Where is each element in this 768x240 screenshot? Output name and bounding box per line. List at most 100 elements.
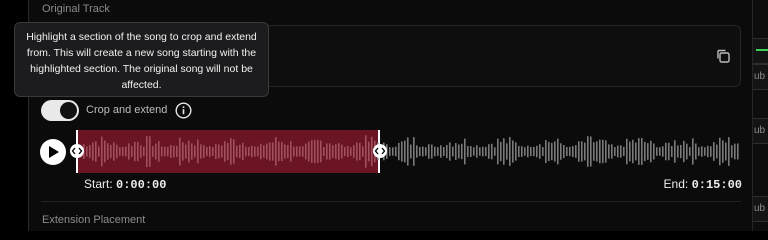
side-tab[interactable] [753,38,768,64]
waveform-bar [521,146,523,157]
start-time-readout: Start: 0:00:00 [84,177,166,192]
waveform-bar [614,147,616,156]
waveform-bar [734,143,736,160]
waveform-bar [731,145,733,158]
waveform-bar [578,141,580,162]
waveform-bar [278,141,280,162]
copy-icon[interactable] [715,48,731,64]
waveform-bar [353,145,355,158]
handle-arrows-icon [374,147,386,155]
crop-toggle-label: Crop and extend [86,104,168,116]
waveform-bar [458,144,460,159]
waveform-bar [659,147,661,156]
waveform-bar [182,142,184,161]
waveform-bar [722,140,724,163]
waveform-bar [239,144,241,159]
waveform-bar [623,146,625,157]
waveform-bar [683,140,685,163]
waveform-bar [593,142,595,161]
waveform[interactable] [76,130,744,173]
waveform-bar [365,135,367,168]
waveform-bar [488,144,490,159]
original-track-title: Original Track [42,3,110,15]
side-tab[interactable]: ub [753,196,768,222]
waveform-bar [326,143,328,160]
waveform-bar [611,144,613,159]
waveform-bar [467,146,469,157]
waveform-bar [137,141,139,162]
waveform-bar [107,143,109,160]
waveform-bar [158,141,160,162]
waveform-bar [620,145,622,158]
waveform-bar [716,144,718,159]
waveform-bar [395,146,397,157]
waveform-bar [665,142,667,161]
waveform-bar [602,139,604,164]
side-tab[interactable]: ub [753,64,768,90]
left-trim-handle[interactable] [70,144,84,158]
waveform-bar [299,146,301,157]
waveform-bar [689,147,691,156]
waveform-bar [350,147,352,156]
waveform-bar [737,143,739,160]
waveform-bar [509,137,511,166]
waveform-bar [392,147,394,156]
waveform-bar [293,146,295,157]
waveform-bar [116,144,118,159]
waveform-bar [653,143,655,160]
waveform-bar [305,143,307,160]
waveform-bar [680,144,682,159]
waveform-bar [596,141,598,162]
right-trim-handle[interactable] [373,144,387,158]
info-icon[interactable] [175,102,192,119]
waveform-bar [149,136,151,167]
waveform-bar [542,147,544,156]
waveform-bar [242,142,244,161]
waveform-bar [218,144,220,159]
waveform-bar [413,137,415,166]
toggle-knob [60,102,77,119]
waveform-bar [524,147,526,156]
side-tab[interactable]: ub [753,118,768,144]
waveform-bar [212,147,214,156]
waveform-bar [347,145,349,158]
waveform-bar [626,138,628,165]
waveform-bar [98,146,100,157]
waveform-bar [140,145,142,158]
waveform-bar [143,146,145,157]
waveform-bar [359,142,361,161]
waveform-bar [470,146,472,157]
waveform-bar [251,145,253,158]
waveform-bar [671,145,673,158]
waveform-bar [134,141,136,162]
waveform-bar [686,143,688,160]
waveform-bar [566,146,568,157]
waveform-bar [536,145,538,158]
waveform-bar [401,141,403,162]
waveform-bar [308,141,310,162]
crop-toggle[interactable] [41,100,79,121]
waveform-bar [551,142,553,161]
waveform-bar [572,146,574,157]
waveform-bar [482,146,484,157]
waveform-bar [617,145,619,158]
waveform-bar [131,146,133,157]
waveform-bar [701,146,703,157]
waveform-bar [650,140,652,163]
waveform-bar [224,141,226,162]
waveform-bar [605,140,607,163]
waveform-bar [638,138,640,165]
waveform-bar [632,139,634,164]
waveform-bar [356,142,358,161]
extension-placement-title: Extension Placement [42,214,146,226]
waveform-bar [119,147,121,156]
waveform-bar [425,147,427,156]
waveform-bar [422,146,424,157]
play-button[interactable] [40,139,66,165]
side-tab-label: ub [754,125,766,136]
waveform-bar [302,146,304,157]
waveform-bar [569,146,571,157]
waveform-bar [410,144,412,159]
waveform-bar [290,141,292,162]
waveform-bar [407,137,409,166]
